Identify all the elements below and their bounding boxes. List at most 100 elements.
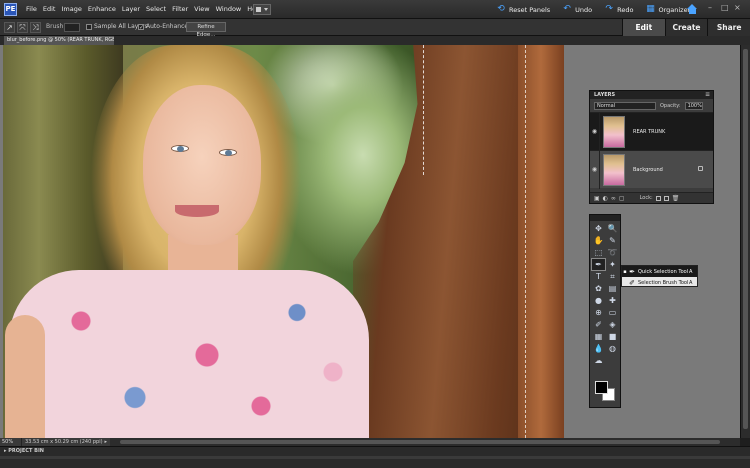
redo-button[interactable]: ↷ Redo — [604, 5, 633, 14]
type-tool-icon[interactable]: T — [592, 271, 605, 282]
paint-bucket-tool-icon[interactable]: ◈ — [606, 319, 619, 330]
refine-edge-button[interactable]: Refine Edge... — [186, 22, 226, 38]
menu-filter[interactable]: Filter — [172, 0, 194, 19]
eyedropper-tool-icon[interactable]: ✎ — [606, 235, 619, 246]
lock-label: Lock: — [639, 195, 653, 201]
visibility-eye-icon[interactable]: ◉ — [590, 150, 600, 189]
menu-window[interactable]: Window — [216, 0, 248, 19]
flyout-item-shortcut: A — [689, 279, 693, 286]
blur-tool-icon[interactable]: 💧 — [592, 343, 605, 354]
close-window-button[interactable]: × — [734, 4, 742, 12]
healing-brush-tool-icon[interactable]: ✚ — [606, 295, 619, 306]
auto-enhance-checkbox[interactable]: ✓ — [138, 23, 144, 30]
organizer-icon: ▦ — [646, 4, 655, 14]
app-logo: PE — [4, 3, 17, 16]
sample-all-layers-checkbox[interactable] — [86, 23, 92, 30]
shape-tool-icon[interactable]: ■ — [606, 331, 619, 342]
smudge-tool-icon[interactable]: ☁ — [592, 355, 605, 366]
opacity-field[interactable]: 100% — [684, 101, 703, 110]
redo-icon: ↷ — [605, 4, 613, 14]
arrange-view-button[interactable] — [253, 4, 271, 15]
subject-eye-right — [219, 149, 237, 156]
menu-edit[interactable]: Edit — [43, 0, 62, 19]
status-bar: 50% 33.53 cm x 50.29 cm (240 ppi) ▸ — [0, 438, 110, 446]
menu-file[interactable]: File — [26, 0, 43, 19]
layer-row-background[interactable]: ◉ Background — [590, 150, 713, 189]
tab-edit[interactable]: Edit — [622, 19, 665, 36]
marquee-tool-icon[interactable]: ⬚ — [592, 247, 605, 258]
selection-marquee — [423, 45, 425, 175]
straighten-tool-icon[interactable]: ▤ — [606, 283, 619, 294]
vertical-scroll-thumb[interactable] — [743, 49, 748, 429]
gradient-tool-icon[interactable]: ▦ — [592, 331, 605, 342]
foreground-color-swatch[interactable] — [595, 381, 608, 394]
color-swatches[interactable] — [595, 381, 617, 403]
new-layer-icon[interactable]: ▣ — [594, 195, 600, 202]
menu-select[interactable]: Select — [146, 0, 172, 19]
mode-tabs: Edit Create Share — [622, 19, 750, 36]
undo-button[interactable]: ↶ Undo — [562, 5, 592, 14]
visibility-eye-icon[interactable]: ◉ — [590, 112, 600, 151]
subtract-selection-icon[interactable]: ⤨ — [30, 22, 41, 33]
project-bin-bar — [0, 456, 750, 459]
document-tab[interactable]: blur_before.png @ 50% (REAR TRUNK, RGB/8… — [4, 36, 114, 45]
mask-icon[interactable]: ▢ — [619, 195, 625, 202]
menu-view[interactable]: View — [194, 0, 215, 19]
menu-image[interactable]: Image — [61, 0, 87, 19]
maximize-button[interactable]: □ — [721, 4, 729, 12]
link-icon[interactable]: ∞ — [611, 195, 616, 202]
reset-panels-button[interactable]: ⟲ Reset Panels — [496, 5, 550, 14]
quick-selection-tool-icon[interactable]: ✒ — [591, 258, 606, 271]
red-eye-tool-icon[interactable]: ● — [592, 295, 605, 306]
lasso-tool-icon[interactable]: ➰ — [606, 247, 619, 258]
zoom-tool-icon[interactable]: 🔍 — [606, 223, 619, 234]
crop-tool-icon[interactable]: ⌗ — [606, 271, 619, 282]
flyout-item-shortcut: A — [689, 268, 693, 275]
brush-tool-icon[interactable]: ✐ — [592, 319, 605, 330]
add-selection-icon[interactable]: ⤧ — [17, 22, 28, 33]
opacity-label: Opacity: — [660, 102, 681, 109]
layers-panel-title[interactable]: LAYERS ≡ — [590, 91, 713, 99]
document-info: 33.53 cm x 50.29 cm (240 ppi) — [25, 439, 103, 445]
layer-row-rear-trunk[interactable]: ◉ REAR TRUNK — [590, 112, 713, 151]
panel-menu-icon[interactable]: ≡ — [705, 91, 710, 99]
menu-enhance[interactable]: Enhance — [88, 0, 122, 19]
sponge-tool-icon[interactable]: ◍ — [606, 343, 619, 354]
brush-picker[interactable] — [64, 23, 80, 32]
flyout-item-label: Selection Brush Tool — [638, 279, 689, 286]
status-menu-arrow-icon[interactable]: ▸ — [105, 439, 108, 445]
horizontal-scroll-thumb[interactable] — [120, 440, 720, 444]
subject-eye-left — [171, 145, 189, 152]
new-selection-icon[interactable]: ↗ — [4, 22, 15, 33]
blend-mode-select[interactable]: Normal — [594, 101, 656, 110]
hand-tool-icon[interactable]: ✋ — [592, 235, 605, 246]
tab-share[interactable]: Share — [707, 19, 750, 36]
flyout-selection-brush-tool[interactable]: ✐ Selection Brush Tool A — [622, 277, 697, 288]
lock-all-icon[interactable] — [663, 195, 669, 201]
project-bin-toggle[interactable]: PROJECT BIN — [4, 448, 44, 454]
tab-create[interactable]: Create — [664, 19, 708, 36]
clone-stamp-tool-icon[interactable]: ⊕ — [592, 307, 605, 318]
flyout-quick-selection-tool[interactable]: ▪ ✒ Quick Selection Tool A — [622, 266, 697, 277]
home-icon[interactable] — [687, 4, 698, 15]
new-adjustment-icon[interactable]: ◐ — [603, 195, 608, 202]
move-tool-icon[interactable]: ✥ — [592, 223, 605, 234]
subject-mouth — [175, 205, 219, 217]
vertical-scrollbar[interactable] — [740, 45, 750, 438]
eraser-tool-icon[interactable]: ▭ — [606, 307, 619, 318]
delete-layer-icon[interactable]: 🗑 — [672, 195, 680, 202]
lock-transparency-icon[interactable] — [655, 195, 661, 201]
menu-layer[interactable]: Layer — [122, 0, 146, 19]
layer-name: REAR TRUNK — [633, 128, 666, 135]
cookie-cutter-tool-icon[interactable]: ✿ — [592, 283, 605, 294]
layers-options-row: Normal Opacity: 100% — [590, 99, 713, 112]
document-image[interactable] — [3, 45, 564, 438]
minimize-button[interactable]: – — [708, 4, 716, 12]
organizer-button[interactable]: ▦ Organizer — [645, 5, 690, 14]
zoom-field[interactable]: 50% — [0, 438, 22, 446]
auto-enhance-option[interactable]: ✓ Auto-Enhance — [138, 23, 188, 30]
menu-items: File Edit Image Enhance Layer Select Fil… — [26, 0, 268, 19]
quick-selection-icon: ✒ — [629, 267, 635, 276]
magic-wand-tool-icon[interactable]: ✦ — [606, 259, 619, 270]
horizontal-scrollbar[interactable] — [110, 438, 740, 446]
